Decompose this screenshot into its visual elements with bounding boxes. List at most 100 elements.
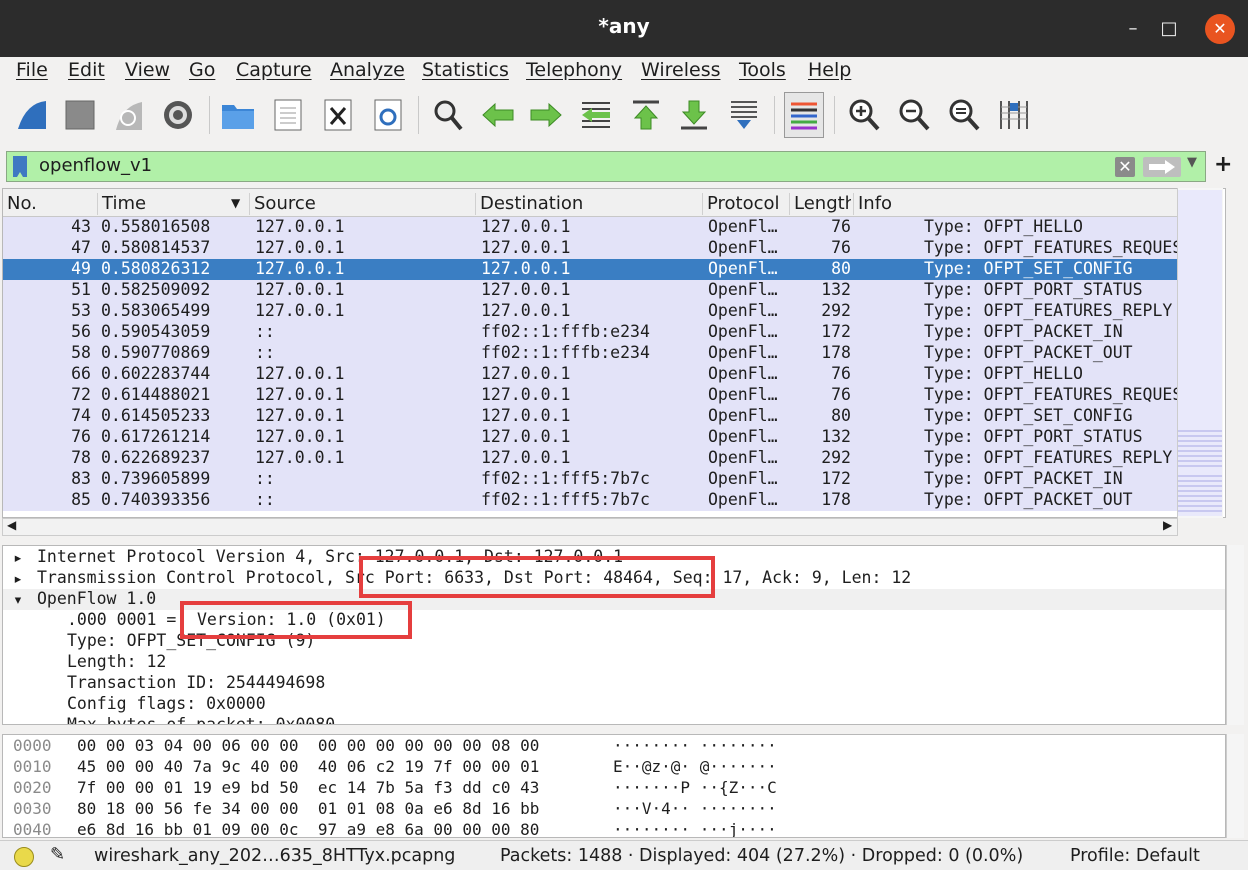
hex-ascii[interactable]: ········ ···j···· [613, 820, 777, 837]
packet-row[interactable]: 85 0.740393356:: ff02::1:fff5:7b7c OpenFl… 1… [3, 490, 1179, 511]
packet-row[interactable]: 47 0.580814537 127.0.0.1 127.0.0.1 OpenFl… 76… [3, 238, 1192, 259]
expand-ip-chevron-icon[interactable]: ▸ [13, 548, 23, 567]
packet-cell-info: Type: OFPT_FEATURES_REQUEST [924, 385, 1193, 404]
capture-comment-edit-icon[interactable]: ✎ [50, 844, 65, 865]
packet-row[interactable]: 43 0.558016508 127.0.0.1 127.0.0.1 OpenFl… 76… [3, 217, 1179, 238]
packet-row[interactable]: 76 0.617261214 127.0.0.1 127.0.0.1 OpenFl… 13… [3, 427, 1179, 448]
display-filter-bar[interactable]: openflow_v1 ✕ ▼ [6, 151, 1206, 182]
find-packet-search-icon[interactable] [428, 92, 468, 138]
collapse-openflow-chevron-icon[interactable]: ▾ [13, 590, 23, 609]
first-packet-icon[interactable] [626, 92, 666, 138]
column-header-no[interactable]: No. [3, 193, 37, 215]
packet-row[interactable]: 53 0.583065499 127.0.0.1 127.0.0.1 OpenFl… 29… [3, 301, 1179, 322]
capture-options-gear-icon[interactable] [158, 92, 198, 138]
hex-ascii[interactable]: E··@z·@· @······· [613, 757, 777, 776]
last-packet-icon[interactable] [674, 92, 714, 138]
menu-file[interactable]: File [16, 59, 48, 81]
menu-go[interactable]: Go [189, 59, 215, 81]
menu-tools[interactable]: Tools [739, 59, 786, 81]
packet-cell-len: 132 [821, 427, 851, 446]
packet-row[interactable]: 56 0.590543059:: ff02::1:fffb:e234 OpenFl… 1… [3, 322, 1179, 343]
menu-statistics[interactable]: Statistics [422, 59, 509, 81]
resize-columns-icon[interactable] [994, 92, 1034, 138]
detail-openflow[interactable]: OpenFlow 1.0 [37, 589, 156, 608]
packet-row[interactable]: 58 0.590770869:: ff02::1:fffb:e234 OpenFl… 1… [3, 343, 1179, 364]
go-back-arrow-icon[interactable] [478, 92, 518, 138]
zoom-out-icon[interactable] [894, 92, 934, 138]
packet-list-horizontal-scrollbar[interactable]: ◀ ▶ [2, 518, 1178, 536]
detail-length[interactable]: Length: 12 [67, 652, 166, 671]
column-header-info[interactable]: Info [853, 193, 892, 215]
status-profile[interactable]: Profile: Default [1070, 846, 1200, 866]
menu-edit[interactable]: Edit [68, 59, 105, 81]
packet-cell-info: Type: OFPT_SET_CONFIG [924, 406, 1133, 425]
close-file-icon[interactable] [318, 92, 358, 138]
auto-scroll-icon[interactable] [724, 92, 764, 138]
packet-cell-len: 178 [821, 343, 851, 362]
zoom-reset-icon[interactable] [944, 92, 984, 138]
hex-ascii[interactable]: ···V·4·· ········ [613, 799, 777, 818]
minimize-icon[interactable]: – [1118, 14, 1148, 44]
expand-tcp-chevron-icon[interactable]: ▸ [13, 569, 23, 588]
hex-ascii[interactable]: ·······P ··{Z···C [613, 778, 777, 797]
bytes-scrollbar[interactable] [1226, 734, 1244, 838]
expert-info-indicator-icon[interactable] [14, 847, 34, 867]
status-packet-counts: Packets: 1488 · Displayed: 404 (27.2%) ·… [500, 846, 1024, 866]
menu-capture[interactable]: Capture [236, 59, 312, 81]
detail-version-bits[interactable]: .000 0001 = [67, 610, 186, 629]
apply-filter-arrow-icon[interactable] [1143, 157, 1181, 177]
packet-cell-len: 76 [831, 217, 851, 236]
details-scrollbar[interactable] [1226, 545, 1244, 725]
detail-transaction-id[interactable]: Transaction ID: 2544494698 [67, 673, 325, 692]
maximize-icon[interactable]: □ [1154, 14, 1184, 44]
clear-filter-icon[interactable]: ✕ [1115, 157, 1135, 177]
column-header-source[interactable]: Source [249, 193, 316, 215]
save-file-icon[interactable] [268, 92, 308, 138]
packet-cell-proto: OpenFl… [708, 217, 778, 236]
hex-bytes[interactable]: e6 8d 16 bb 01 09 00 0c 97 a9 e8 6a 00 0… [77, 820, 539, 837]
filter-history-chevron-down-icon[interactable]: ▼ [1187, 155, 1197, 170]
detail-max-bytes[interactable]: Max bytes of packet: 0x0080 [67, 715, 335, 724]
column-header-destination[interactable]: Destination [475, 193, 583, 215]
hex-bytes[interactable]: 80 18 00 56 fe 34 00 00 01 01 08 0a e6 8… [77, 799, 539, 818]
detail-config-flags[interactable]: Config flags: 0x0000 [67, 694, 266, 713]
packet-row[interactable]: 51 0.582509092 127.0.0.1 127.0.0.1 OpenFl… 13… [3, 280, 1179, 301]
open-file-folder-icon[interactable] [218, 92, 258, 138]
packet-row[interactable]: 83 0.739605899:: ff02::1:fff5:7b7c OpenFl… 1… [3, 469, 1179, 490]
hex-bytes[interactable]: 00 00 03 04 00 06 00 00 00 00 00 00 00 0… [77, 736, 539, 755]
go-forward-arrow-icon[interactable] [526, 92, 566, 138]
hex-bytes[interactable]: 45 00 00 40 7a 9c 40 00 40 06 c2 19 7f 0… [77, 757, 539, 776]
packet-row[interactable]: 74 0.614505233 127.0.0.1 127.0.0.1 OpenFl… 80… [3, 406, 1179, 427]
packet-cell-proto: OpenFl… [708, 364, 778, 383]
add-filter-button-plus-icon[interactable]: + [1214, 152, 1232, 177]
packet-row[interactable]: 72 0.614488021 127.0.0.1 127.0.0.1 OpenFl… 76… [3, 385, 1192, 406]
restart-capture-icon[interactable] [108, 92, 148, 138]
hex-ascii[interactable]: ········ ········ [613, 736, 777, 755]
go-to-packet-icon[interactable] [576, 92, 616, 138]
packet-row[interactable]: 78 0.622689237 127.0.0.1 127.0.0.1 OpenFl… 29… [3, 448, 1179, 469]
zoom-in-icon[interactable] [844, 92, 884, 138]
packet-cell-dst: 127.0.0.1 [481, 364, 571, 383]
menu-help[interactable]: Help [808, 59, 851, 81]
packet-cell-no: 49 [71, 259, 91, 278]
menu-telephony[interactable]: Telephony [526, 59, 622, 81]
menu-view[interactable]: View [125, 59, 170, 81]
column-header-length[interactable]: Length [789, 193, 851, 215]
colorize-packets-icon[interactable] [784, 92, 824, 138]
packet-minimap[interactable] [1178, 190, 1222, 516]
display-filter-input[interactable]: openflow_v1 [39, 155, 152, 176]
reload-file-icon[interactable] [368, 92, 408, 138]
shark-fin-start-icon[interactable] [12, 92, 52, 138]
packet-row[interactable]: 66 0.602283744 127.0.0.1 127.0.0.1 OpenFl… 76… [3, 364, 1179, 385]
highlight-box-ports [359, 556, 715, 598]
stop-capture-icon[interactable] [60, 92, 100, 138]
column-header-time[interactable]: Time [97, 193, 249, 215]
packet-row[interactable]: 49 0.580826312 127.0.0.1 127.0.0.1 OpenFl… 80… [3, 259, 1179, 280]
close-icon[interactable]: ✕ [1205, 14, 1235, 44]
hex-off: 0000 [13, 736, 52, 755]
hex-bytes[interactable]: 7f 00 00 01 19 e9 bd 50 ec 14 7b 5a f3 d… [77, 778, 539, 797]
filter-bookmark-icon[interactable] [13, 156, 27, 177]
menu-analyze[interactable]: Analyze [330, 59, 405, 81]
column-header-protocol[interactable]: Protocol [702, 193, 780, 215]
menu-wireless[interactable]: Wireless [641, 59, 721, 81]
